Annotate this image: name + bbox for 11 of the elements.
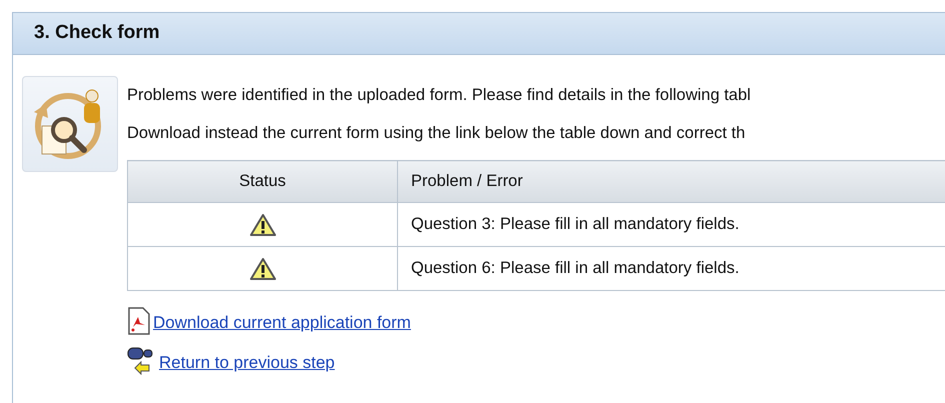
panel-title: 3. Check form <box>34 21 160 46</box>
pdf-document-icon <box>127 307 151 335</box>
message-text: Problems were identified in the uploaded form. Please find details in the following tabl <box>127 85 752 106</box>
column-header: Status <box>128 160 398 202</box>
link[interactable]: Download current application form <box>153 310 411 335</box>
message-text: Download instead the current form using the link below the table down and correct th <box>127 123 746 144</box>
form-check-icon <box>22 76 118 172</box>
warning-icon <box>248 212 276 236</box>
warning-icon <box>248 256 276 280</box>
link[interactable]: Return to previous step <box>159 350 335 375</box>
column-header: Problem / Error <box>398 160 945 202</box>
